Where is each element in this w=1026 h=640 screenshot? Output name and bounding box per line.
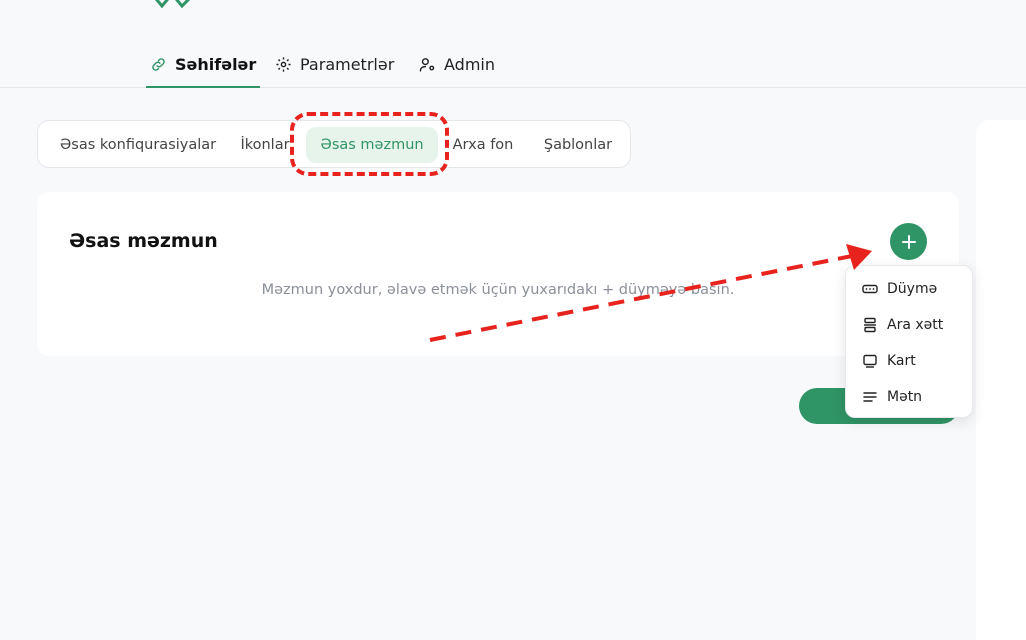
menu-item-label: Düymə (887, 281, 938, 297)
divider-icon (864, 317, 876, 333)
right-panel (976, 120, 1026, 640)
menu-item-text[interactable]: Mətn (846, 379, 972, 415)
nav-tab-label: Səhifələr (175, 54, 257, 74)
empty-state-text: Məzmun yoxdur, əlavə etmək üçün yuxarıda… (261, 282, 735, 298)
card-title: Əsas məzmun (69, 230, 218, 252)
menu-item-button[interactable]: Düymə (846, 271, 972, 307)
gear-icon (276, 56, 291, 72)
subtab-label: Şablonlar (543, 137, 613, 153)
menu-item-label: Ara xətt (887, 317, 944, 333)
menu-item-label: Kart (887, 353, 916, 369)
subtab-background[interactable]: Arxa fon (448, 127, 518, 163)
nav-tab-admin[interactable]: Admin (419, 40, 495, 88)
menu-item-divider[interactable]: Ara xətt (846, 307, 972, 343)
content-card: Əsas məzmun Məzmun yoxdur, əlavə etmək ü… (37, 192, 959, 356)
nav-tab-label: Admin (444, 54, 495, 74)
subtab-label: Əsas konfiqurasiyalar (59, 137, 217, 153)
menu-item-card[interactable]: Kart (846, 343, 972, 379)
top-navbar: Səhifələr Parametrlər Admin (0, 0, 1026, 88)
subtab-icons[interactable]: İkonlar (234, 127, 296, 163)
annotation-highlight-box (290, 112, 449, 176)
card-icon (863, 354, 877, 368)
button-icon (862, 284, 878, 294)
add-content-button[interactable] (890, 223, 927, 260)
user-gear-icon (419, 57, 435, 72)
subtab-label: İkonlar (240, 137, 290, 153)
text-icon (863, 392, 877, 402)
logo-icon (155, 0, 191, 9)
add-content-dropdown: Düymə Ara xətt Kart Mətn (845, 265, 973, 418)
nav-tab-label: Parametrlər (300, 54, 395, 74)
nav-tab-settings[interactable]: Parametrlər (275, 40, 394, 88)
plus-icon (901, 234, 916, 249)
subtab-main-config[interactable]: Əsas konfiqurasiyalar (48, 127, 228, 163)
menu-item-label: Mətn (887, 389, 923, 405)
subtab-label: Arxa fon (452, 137, 514, 153)
subtab-templates[interactable]: Şablonlar (538, 127, 618, 163)
nav-tab-pages[interactable]: Səhifələr (145, 40, 261, 88)
link-icon (152, 57, 165, 71)
